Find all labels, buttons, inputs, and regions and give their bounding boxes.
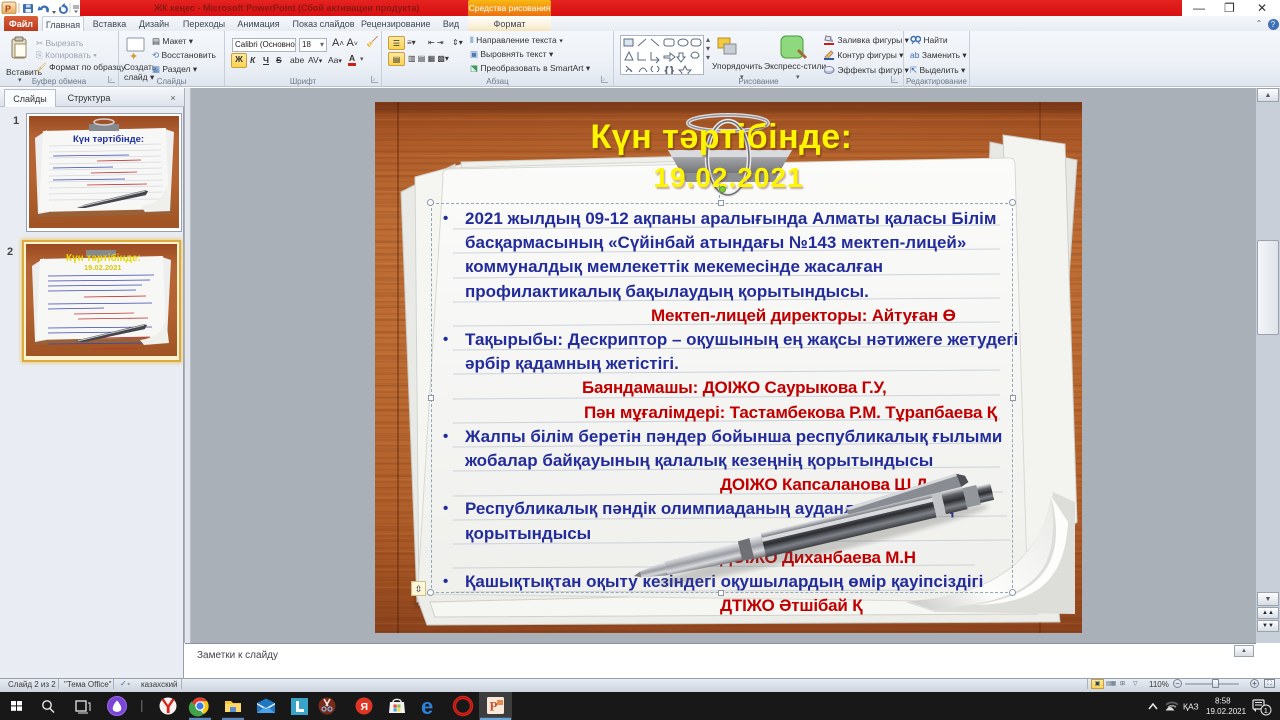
svg-text:Я: Я	[361, 701, 369, 713]
svg-text:1: 1	[1264, 706, 1268, 715]
svg-text:19.02.2021: 19.02.2021	[1206, 707, 1247, 716]
svg-text:ҚАЗ: ҚАЗ	[1183, 702, 1199, 712]
svg-text:P: P	[5, 4, 11, 14]
svg-text:{ }: { }	[665, 65, 674, 74]
svg-text:19.02.2021: 19.02.2021	[84, 263, 122, 272]
svg-text:e: e	[421, 694, 433, 719]
svg-text:✦: ✦	[129, 51, 138, 62]
svg-text:Күн тәртібінде:: Күн тәртібінде:	[73, 134, 144, 145]
svg-text:P: P	[490, 699, 498, 714]
svg-text:8:58: 8:58	[1215, 697, 1231, 706]
